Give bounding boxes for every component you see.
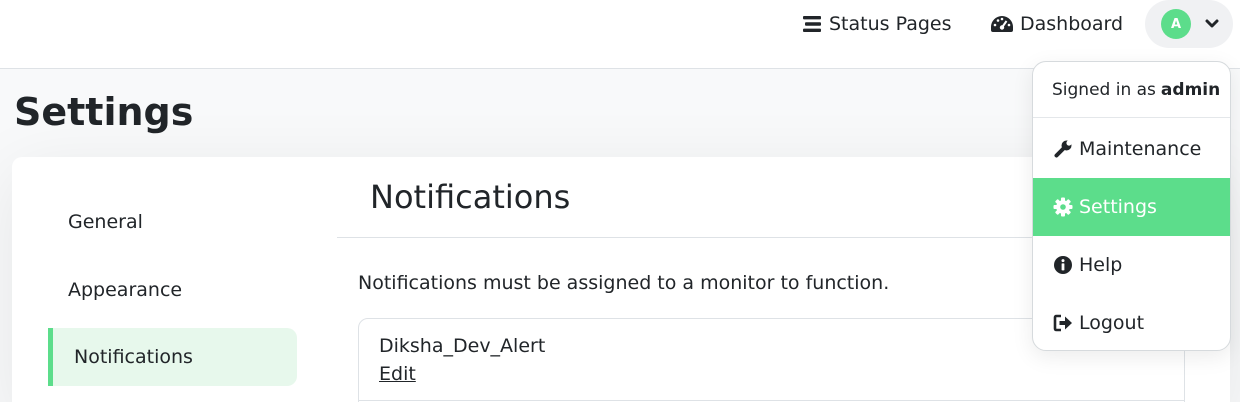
menu-item-maintenance[interactable]: Maintenance: [1033, 120, 1230, 178]
list-item-divider: [359, 400, 1184, 401]
wrench-icon: [1054, 140, 1072, 158]
profile-dropdown-menu: Signed in as admin Maintenance Settings: [1032, 61, 1231, 351]
menu-item-label: Logout: [1079, 312, 1145, 334]
sidebar-item-label: Appearance: [68, 279, 183, 301]
status-pages-label: Status Pages: [829, 13, 952, 35]
menu-item-help[interactable]: Help: [1033, 236, 1230, 294]
menu-item-label: Help: [1079, 254, 1123, 276]
signed-in-header: Signed in as admin: [1033, 62, 1230, 118]
chevron-down-icon: [1205, 19, 1219, 28]
sidebar-item-notifications[interactable]: Notifications: [48, 328, 297, 386]
tachometer-icon: [991, 16, 1013, 32]
menu-item-settings[interactable]: Settings: [1033, 178, 1230, 236]
section-title: Notifications: [370, 178, 571, 216]
menu-item-label: Settings: [1079, 196, 1157, 218]
sidebar-item-label: General: [68, 211, 143, 233]
menu-item-label: Maintenance: [1079, 138, 1202, 160]
sidebar-item-general[interactable]: General: [48, 193, 297, 251]
dashboard-label: Dashboard: [1020, 13, 1124, 35]
top-navbar: Status Pages Dashboard A: [0, 0, 1240, 69]
cog-icon: [1053, 197, 1073, 217]
signed-in-username: admin: [1160, 79, 1221, 100]
sidebar-item-appearance[interactable]: Appearance: [48, 261, 297, 319]
notifications-info-text: Notifications must be assigned to a moni…: [358, 272, 890, 294]
stream-icon: [803, 16, 821, 32]
notification-name: Diksha_Dev_Alert: [379, 335, 546, 357]
edit-notification-link[interactable]: Edit: [379, 363, 416, 385]
signed-in-prefix: Signed in as: [1052, 79, 1156, 100]
status-pages-link[interactable]: Status Pages: [803, 0, 951, 48]
avatar: A: [1161, 9, 1191, 39]
page-title: Settings: [14, 90, 194, 134]
sidebar-item-label: Notifications: [74, 346, 193, 368]
menu-item-logout[interactable]: Logout: [1033, 294, 1230, 350]
profile-menu-toggle[interactable]: A: [1145, 0, 1233, 48]
dashboard-link[interactable]: Dashboard: [990, 0, 1123, 48]
sign-out-icon: [1053, 314, 1072, 332]
info-circle-icon: [1054, 256, 1072, 274]
